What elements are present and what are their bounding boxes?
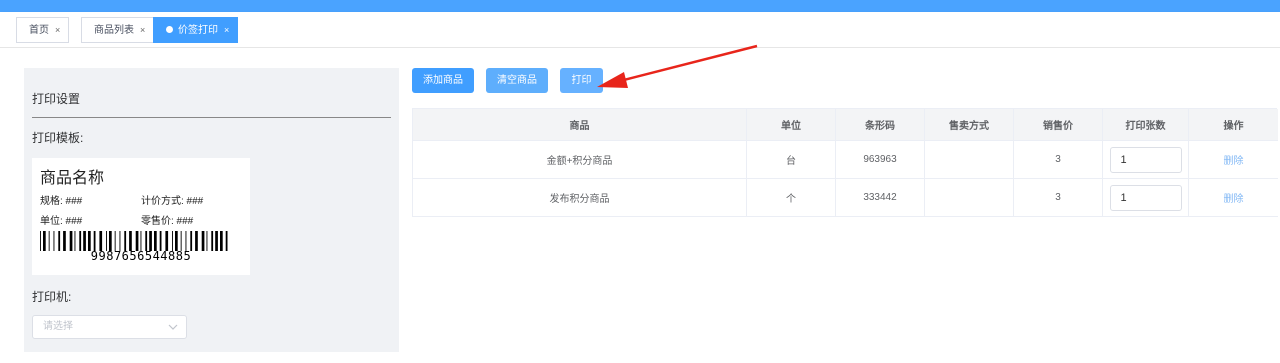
close-icon[interactable]: × bbox=[224, 25, 229, 35]
barcode-image bbox=[40, 231, 228, 251]
cell-price: 3 bbox=[1014, 141, 1103, 178]
print-count-input[interactable]: 1 bbox=[1109, 146, 1182, 173]
printer-select-placeholder: 请选择 bbox=[43, 321, 73, 332]
product-table: 商品 单位 条形码 售卖方式 销售价 打印张数 操作 金额+积分商品 台 963… bbox=[412, 108, 1278, 217]
cell-unit: 个 bbox=[747, 179, 836, 216]
cell-product: 发布积分商品 bbox=[413, 179, 747, 216]
active-dot-icon bbox=[166, 26, 173, 33]
tab-home-label: 首页 bbox=[29, 25, 49, 36]
delete-link[interactable]: 删除 bbox=[1224, 190, 1244, 205]
cell-print-count: 1 bbox=[1103, 141, 1189, 178]
cell-barcode: 963963 bbox=[836, 141, 925, 178]
cell-price: 3 bbox=[1014, 179, 1103, 216]
cell-sale-mode bbox=[925, 141, 1014, 178]
table-header: 商品 单位 条形码 售卖方式 销售价 打印张数 操作 bbox=[413, 109, 1278, 141]
label-pricing-method: 计价方式: ### bbox=[141, 196, 204, 207]
cell-product: 金额+积分商品 bbox=[413, 141, 747, 178]
col-header-product: 商品 bbox=[413, 109, 747, 140]
print-count-input[interactable]: 1 bbox=[1109, 184, 1182, 211]
tab-price-label-print-label: 价签打印 bbox=[178, 25, 218, 36]
clear-products-button[interactable]: 清空商品 bbox=[486, 68, 548, 93]
label-unit: 单位: ### bbox=[40, 216, 83, 227]
cell-sale-mode bbox=[925, 179, 1014, 216]
col-header-barcode: 条形码 bbox=[836, 109, 925, 140]
add-product-button[interactable]: 添加商品 bbox=[412, 68, 474, 93]
cell-print-count: 1 bbox=[1103, 179, 1189, 216]
close-icon[interactable]: × bbox=[55, 25, 60, 35]
top-header-bar bbox=[0, 0, 1280, 12]
table-row: 金额+积分商品 台 963963 3 1 删除 bbox=[413, 141, 1278, 179]
cell-actions: 删除 bbox=[1189, 141, 1278, 178]
print-button[interactable]: 打印 bbox=[560, 68, 603, 93]
table-row: 发布积分商品 个 333442 3 1 删除 bbox=[413, 179, 1278, 217]
tab-home[interactable]: 首页 × bbox=[16, 17, 70, 43]
label-product-name: 商品名称 bbox=[40, 170, 105, 187]
template-label: 打印模板: bbox=[32, 131, 84, 145]
label-retail-price: 零售价: ### bbox=[141, 216, 194, 227]
chevron-down-icon bbox=[168, 316, 178, 347]
col-header-price: 销售价 bbox=[1014, 109, 1103, 140]
col-header-unit: 单位 bbox=[747, 109, 836, 140]
col-header-sale-mode: 售卖方式 bbox=[925, 109, 1014, 140]
print-settings-panel: 打印设置 打印模板: 商品名称 规格: ### 计价方式: ### 单位: ##… bbox=[24, 68, 399, 352]
cell-actions: 删除 bbox=[1189, 179, 1278, 216]
cell-barcode: 333442 bbox=[836, 179, 925, 216]
cell-unit: 台 bbox=[747, 141, 836, 178]
close-icon[interactable]: × bbox=[140, 25, 145, 35]
label-spec: 规格: ### bbox=[40, 196, 83, 207]
tab-product-list[interactable]: 商品列表 × bbox=[81, 17, 155, 43]
main-content: 打印设置 打印模板: 商品名称 规格: ### 计价方式: ### 单位: ##… bbox=[0, 48, 1280, 363]
printer-select[interactable]: 请选择 bbox=[32, 315, 187, 339]
tabs-bar: 首页 × 商品列表 × 价签打印 × bbox=[0, 12, 1280, 48]
settings-title: 打印设置 bbox=[32, 92, 81, 106]
price-label-template-preview[interactable]: 商品名称 规格: ### 计价方式: ### 单位: ### 零售价: ### … bbox=[32, 158, 250, 275]
tab-product-list-label: 商品列表 bbox=[94, 25, 134, 36]
col-header-actions: 操作 bbox=[1223, 121, 1244, 132]
divider bbox=[32, 117, 391, 118]
tab-price-label-print[interactable]: 价签打印 × bbox=[153, 17, 239, 43]
barcode-number: 9987656544885 bbox=[90, 249, 192, 263]
delete-link[interactable]: 删除 bbox=[1224, 152, 1244, 167]
printer-label: 打印机: bbox=[32, 290, 72, 304]
col-header-print-count: 打印张数 bbox=[1103, 109, 1189, 140]
